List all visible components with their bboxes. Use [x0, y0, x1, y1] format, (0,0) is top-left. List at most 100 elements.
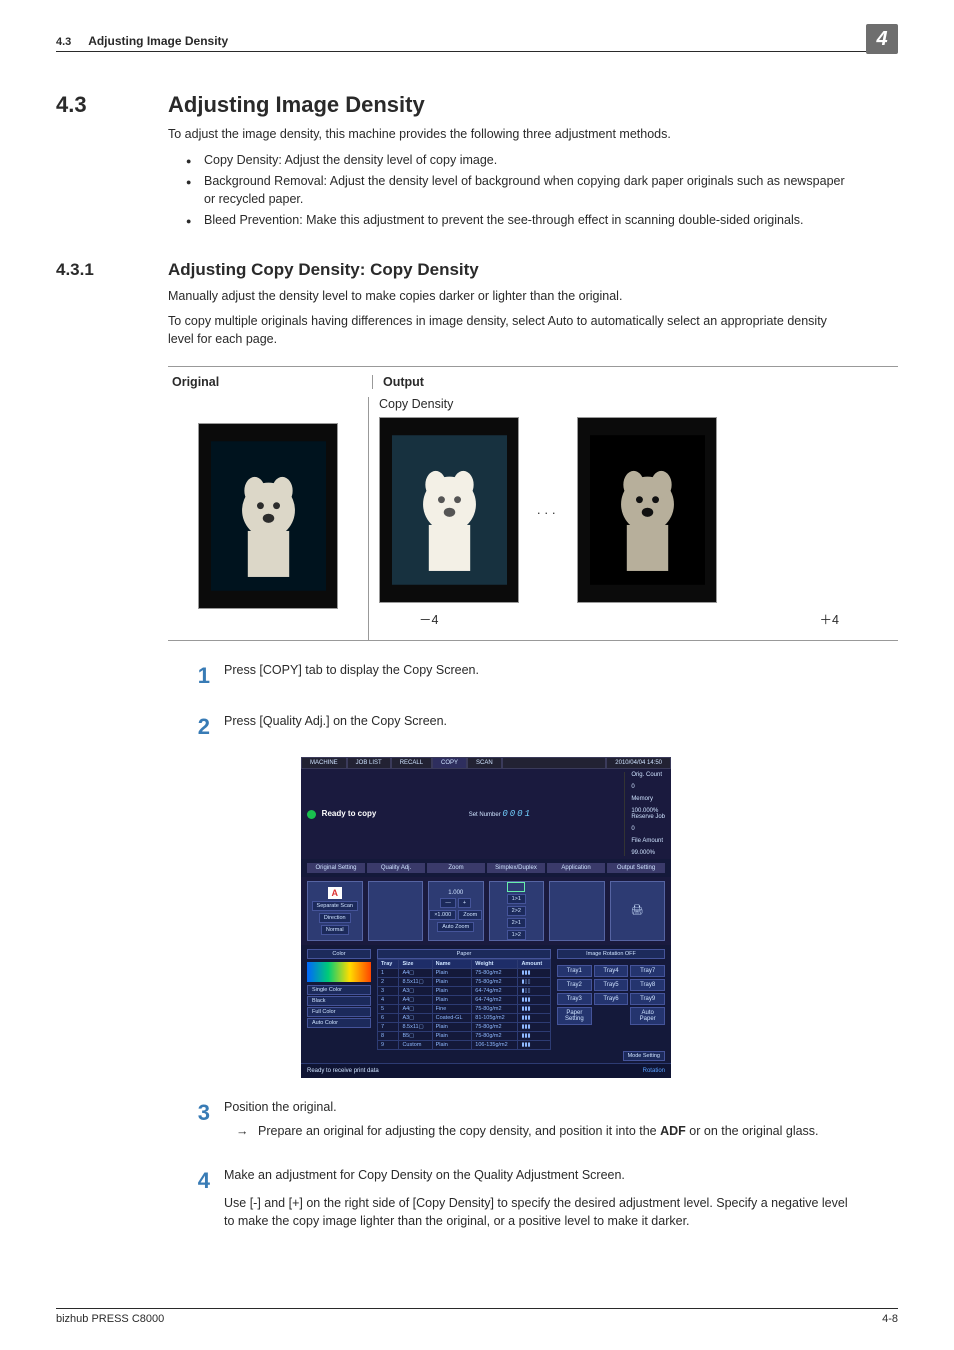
sg-tray-row[interactable]: 9CustomPlain106-135g/m2▮▮▮ — [378, 1040, 551, 1049]
sg-tray-cell: Coated-GL — [432, 1013, 472, 1022]
sg-separate-scan[interactable]: Separate Scan — [312, 901, 358, 911]
sg-mode-setting-btn[interactable]: Mode Setting — [623, 1051, 665, 1061]
sg-tab-recall[interactable]: RECALL — [391, 757, 432, 769]
sg-tray-row[interactable]: 3A3▢Plain64-74g/m2▮▯▯ — [378, 986, 551, 995]
sg-1to1[interactable]: 1>1 — [507, 894, 526, 904]
sg-tray-row[interactable]: 78.5x11▢Plain75-80g/m2▮▮▮ — [378, 1022, 551, 1031]
sg-2to2[interactable]: 2>2 — [507, 906, 526, 916]
sg-auto-zoom[interactable]: Auto Zoom — [437, 922, 474, 932]
page-footer: bizhub PRESS C8000 4-8 — [56, 1308, 898, 1325]
subsection-p1: Manually adjust the density level to mak… — [168, 288, 848, 306]
subsection-title: Adjusting Copy Density: Copy Density — [168, 260, 479, 280]
sg-tray-row[interactable]: 5A4▢Fine75-80g/m2▮▮▮ — [378, 1004, 551, 1013]
bullet-background-removal: Background Removal: Adjust the density l… — [190, 173, 848, 208]
sg-zoom-preset[interactable]: ×1.000 — [429, 910, 456, 920]
sg-tray-button[interactable]: Tray8 — [630, 979, 665, 991]
sg-tray-button[interactable]: Paper Setting — [557, 1007, 592, 1025]
sg-tray-cell: A3▢ — [399, 1013, 432, 1022]
sg-mode-quality[interactable]: Quality Adj. — [367, 863, 425, 873]
sg-black[interactable]: Black — [307, 996, 371, 1006]
sg-tray-row[interactable]: 8B5▢Plain75-80g/m2▮▮▮ — [378, 1031, 551, 1040]
sg-tray-cell: 8 — [378, 1031, 399, 1040]
sg-paper-label: Paper — [377, 949, 551, 959]
sg-normal[interactable]: Normal — [321, 925, 349, 935]
sg-tray-cell: 1 — [378, 968, 399, 977]
sg-reserve-value: 0 — [631, 826, 665, 832]
step-4-detail: Use [-] and [+] on the right side of [Co… — [224, 1194, 848, 1230]
sg-zoom-plus[interactable]: + — [458, 898, 471, 908]
sg-tray-cell: Fine — [432, 1004, 472, 1013]
sg-tray-row[interactable]: 4A4▢Plain64-74g/m2▮▮▮ — [378, 995, 551, 1004]
sg-tray-cell: 8.5x11▢ — [399, 977, 432, 986]
sg-auto-color[interactable]: Auto Color — [307, 1018, 371, 1028]
sg-mode-duplex[interactable]: Simplex/Duplex — [487, 863, 545, 873]
sg-tray-cell: 64-74g/m2 — [472, 995, 518, 1004]
sg-reserve-label: Reserve Job — [631, 814, 665, 820]
sg-tray-cell: 8.5x11▢ — [399, 1022, 432, 1031]
sg-tray-button[interactable]: Auto Paper — [630, 1007, 665, 1025]
step-3-text: Position the original. — [224, 1100, 337, 1114]
sg-tray-cell: 5 — [378, 1004, 399, 1013]
sg-mode-zoom[interactable]: Zoom — [427, 863, 485, 873]
sg-tray-row[interactable]: 28.5x11▢Plain75-80g/m2▮▯▯ — [378, 977, 551, 986]
sg-tab-joblist[interactable]: JOB LIST — [347, 757, 391, 769]
step-2-text: Press [Quality Adj.] on the Copy Screen. — [224, 712, 848, 743]
sg-single-color[interactable]: Single Color — [307, 985, 371, 995]
sg-image-rotation[interactable]: Image Rotation OFF — [557, 949, 665, 959]
sg-tray-cell: ▮▮▮ — [518, 1004, 551, 1013]
sg-direction[interactable]: Direction — [319, 913, 351, 923]
subsection-p2: To copy multiple originals having differ… — [168, 313, 848, 348]
sg-tray-button[interactable]: Tray3 — [557, 993, 592, 1005]
sg-zoom-cell: 1.000 — + ×1.000 Zoom Auto Zoom — [428, 881, 484, 941]
copy-screen-screenshot: MACHINE JOB LIST RECALL COPY SCAN 2010/0… — [301, 757, 671, 1078]
sg-tray-cell: Plain — [432, 995, 472, 1004]
sg-2to1[interactable]: 2>1 — [507, 918, 526, 928]
sg-tray-button[interactable]: Tray4 — [594, 965, 629, 977]
sg-tray-cell: Plain — [432, 1040, 472, 1049]
sg-tray-button[interactable]: Tray2 — [557, 979, 592, 991]
sg-tray-cell: 64-74g/m2 — [472, 986, 518, 995]
sg-tray-cell: 4 — [378, 995, 399, 1004]
sg-tray-cell: ▮▯▯ — [518, 977, 551, 986]
sg-duplex-cell: 1>1 2>2 2>1 1>2 — [489, 881, 545, 941]
sg-zoom-value: 1.000 — [448, 890, 463, 896]
sg-origcount-value: 0 — [631, 784, 665, 790]
sg-tray-row[interactable]: 6A3▢Coated-GL81-105g/m2▮▮▮ — [378, 1013, 551, 1022]
sg-tray-button[interactable]: Tray1 — [557, 965, 592, 977]
gallery-original-thumb — [198, 423, 338, 609]
sg-1to2[interactable]: 1>2 — [507, 930, 526, 940]
sg-tab-scan[interactable]: SCAN — [467, 757, 502, 769]
sg-full-color[interactable]: Full Color — [307, 1007, 371, 1017]
sg-tray-button[interactable]: Tray6 — [594, 993, 629, 1005]
sg-tray-button[interactable]: Tray7 — [630, 965, 665, 977]
sg-th-name: Name — [432, 959, 472, 968]
sg-mode-original[interactable]: Original Setting — [307, 863, 365, 873]
sg-tray-cell: 9 — [378, 1040, 399, 1049]
sg-application-cell — [549, 881, 605, 941]
sg-datetime: 2010/04/04 14:50 — [606, 757, 671, 769]
sg-tray-cell: ▮▮▮ — [518, 995, 551, 1004]
sg-tray-button[interactable]: Tray9 — [630, 993, 665, 1005]
sg-tray-row[interactable]: 1A4▢Plain75-80g/m2▮▮▮ — [378, 968, 551, 977]
sg-tray-cell: Custom — [399, 1040, 432, 1049]
sg-original-cell: A Separate Scan Direction Normal — [307, 881, 363, 941]
sg-letter-a: A — [328, 887, 343, 899]
sg-tray-cell: Plain — [432, 977, 472, 986]
sg-tab-machine[interactable]: MACHINE — [301, 757, 347, 769]
bullet-copy-density: Copy Density: Adjust the density level o… — [190, 152, 848, 170]
step-number-1: 1 — [168, 661, 224, 692]
step-number-3: 3 — [168, 1098, 224, 1146]
sg-th-tray: Tray — [378, 959, 399, 968]
sg-mode-output[interactable]: Output Setting — [607, 863, 665, 873]
sg-mode-application[interactable]: Application — [547, 863, 605, 873]
sg-tray-cell: 75-80g/m2 — [472, 977, 518, 986]
sg-tray-button[interactable]: Tray5 — [594, 979, 629, 991]
sg-tab-copy[interactable]: COPY — [432, 757, 467, 769]
sg-tray-cell: A4▢ — [399, 995, 432, 1004]
sg-status-text: Ready to copy — [322, 809, 377, 818]
sg-foot-right[interactable]: Rotation — [643, 1068, 665, 1074]
sg-tray-cell: ▮▯▯ — [518, 986, 551, 995]
step-3-bullet: Prepare an original for adjusting the co… — [244, 1122, 848, 1140]
sg-zoom-minus[interactable]: — — [440, 898, 456, 908]
sg-zoom-btn[interactable]: Zoom — [458, 910, 482, 920]
